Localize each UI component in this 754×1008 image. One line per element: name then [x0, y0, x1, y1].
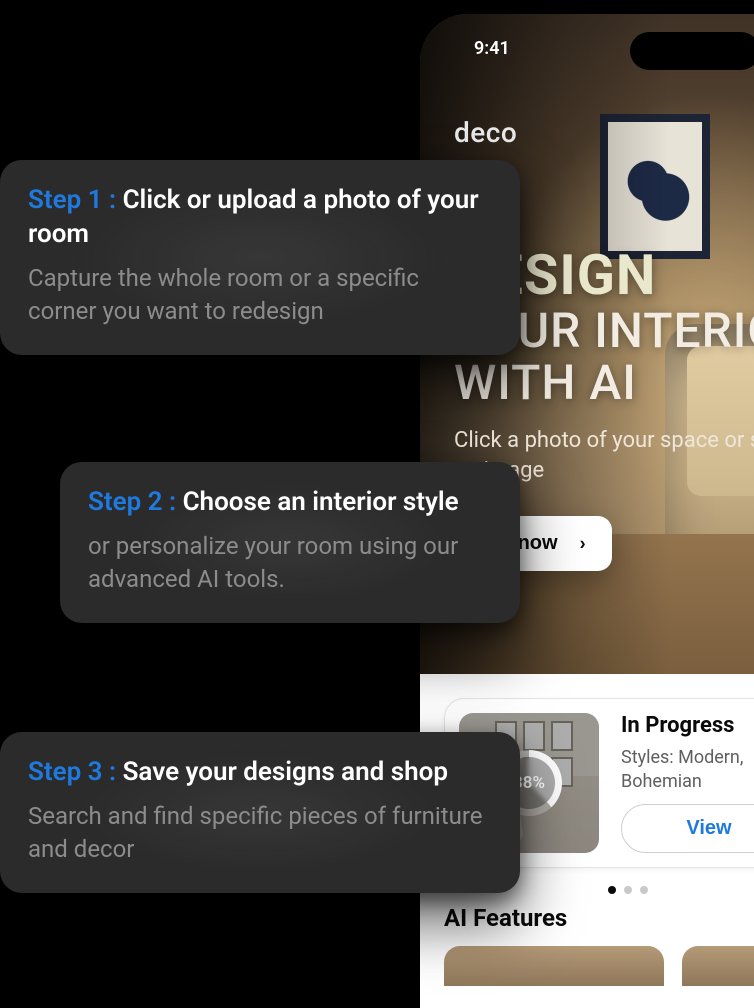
progress-info: In Progress Styles: Modern, Bohemian Vie…: [621, 713, 754, 853]
progress-title: In Progress: [621, 713, 754, 738]
step-1-label: Step 1 :: [28, 185, 116, 215]
dot-2[interactable]: [624, 886, 632, 894]
step-card-2: Step 2 : Choose an interior style or per…: [60, 462, 520, 623]
step-3-title: Save your designs and shop: [123, 757, 448, 787]
ai-features-row[interactable]: [444, 946, 754, 986]
step-3-label: Step 3 :: [28, 757, 116, 787]
progress-subtitle: Styles: Modern, Bohemian: [621, 746, 754, 795]
step-1-desc: Capture the whole room or a specific cor…: [28, 262, 492, 329]
feature-card[interactable]: [682, 946, 754, 986]
headline-line-3: WITH AI: [454, 357, 754, 409]
step-card-3: Step 3 : Save your designs and shop Sear…: [0, 732, 520, 893]
app-logo: deco: [454, 116, 517, 149]
feature-card[interactable]: [444, 946, 664, 986]
dynamic-island: [630, 32, 754, 70]
chevron-right-icon: ›: [580, 533, 586, 554]
step-3-desc: Search and find specific pieces of furni…: [28, 800, 492, 867]
wall-art: [600, 114, 710, 259]
step-2-desc: or personalize your room using our advan…: [88, 530, 492, 597]
status-time: 9:41: [474, 38, 510, 59]
step-2-title: Choose an interior style: [183, 487, 459, 517]
step-2-label: Step 2 :: [88, 487, 176, 517]
dot-3[interactable]: [640, 886, 648, 894]
step-card-1: Step 1 : Click or upload a photo of your…: [0, 160, 520, 355]
view-button[interactable]: View: [621, 804, 754, 853]
ai-features-heading: AI Features: [444, 904, 754, 932]
dot-1[interactable]: [608, 886, 616, 894]
